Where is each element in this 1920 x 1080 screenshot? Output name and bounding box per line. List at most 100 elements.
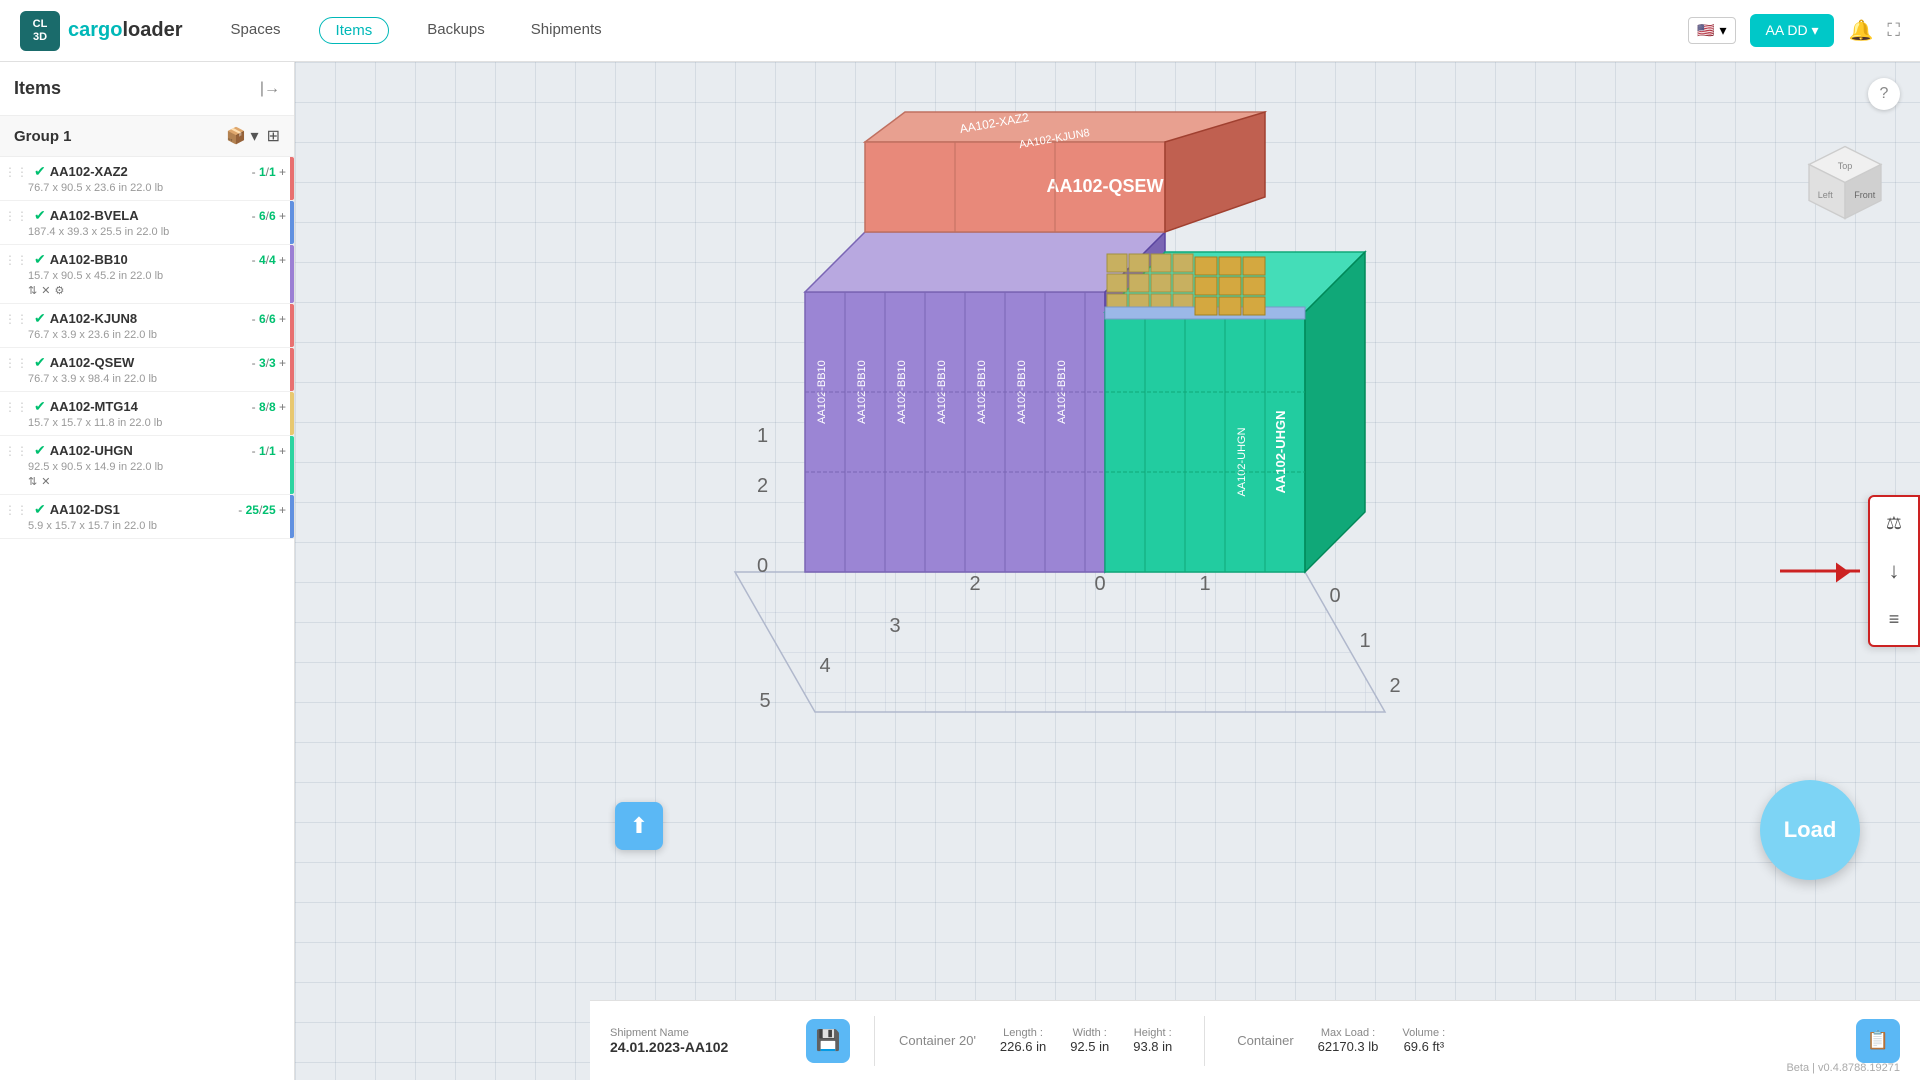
list-item[interactable]: ⋮⋮ ✔ AA102-DS1 - 25/25 + 5.9 x 15.7 x 15… xyxy=(0,495,294,539)
svg-text:AA102-UHGN: AA102-UHGN xyxy=(1273,410,1288,493)
settings-icon[interactable]: ⚙ xyxy=(54,284,64,297)
svg-text:1: 1 xyxy=(1359,630,1370,652)
drag-handle-icon: ⋮⋮ xyxy=(4,209,28,223)
nav-spaces[interactable]: Spaces xyxy=(223,17,289,44)
svg-text:0: 0 xyxy=(1329,585,1340,607)
close-icon[interactable]: ✕ xyxy=(41,475,50,488)
check-icon: ✔ xyxy=(34,251,46,268)
maxload-spec: Max Load : 62170.3 lb xyxy=(1318,1027,1379,1054)
drag-handle-icon: ⋮⋮ xyxy=(4,253,28,267)
svg-text:2: 2 xyxy=(757,475,768,497)
list-item[interactable]: ⋮⋮ ✔ AA102-KJUN8 - 6/6 + 76.7 x 3.9 x 23… xyxy=(0,304,294,348)
item-count: - 3/3 + xyxy=(252,356,286,370)
check-icon: ✔ xyxy=(34,354,46,371)
group-add-button[interactable]: 📦 ▾ xyxy=(226,126,258,146)
navbar: CL3D cargoloader Spaces Items Backups Sh… xyxy=(0,0,1920,62)
view-cube[interactable]: Top Left Front xyxy=(1800,142,1890,232)
item-color-bar xyxy=(290,436,294,494)
item-dims: 76.7 x 3.9 x 23.6 in 22.0 lb xyxy=(28,329,286,341)
status-bar: Shipment Name 24.01.2023-AA102 💾 Contain… xyxy=(590,1000,1920,1080)
item-dims: 187.4 x 39.3 x 25.5 in 22.0 lb xyxy=(28,226,286,238)
width-label: Width : xyxy=(1073,1027,1107,1039)
item-name: AA102-QSEW xyxy=(50,355,248,370)
maxload-value: 62170.3 lb xyxy=(1318,1039,1379,1054)
upload-icon: ⬆ xyxy=(630,813,648,839)
svg-text:2: 2 xyxy=(1389,675,1400,697)
copy-button[interactable]: 📋 xyxy=(1856,1019,1900,1063)
container-label: Container xyxy=(1237,1033,1293,1048)
item-name: AA102-UHGN xyxy=(50,443,248,458)
list-item[interactable]: ⋮⋮ ✔ AA102-UHGN - 1/1 + 92.5 x 90.5 x 14… xyxy=(0,436,294,495)
flag-icon: 🇺🇸 xyxy=(1697,22,1714,39)
notifications-button[interactable]: 🔔 xyxy=(1848,18,1873,43)
user-label: AA DD xyxy=(1766,22,1808,38)
container-specs: Container 20' Length : 226.6 in Width : … xyxy=(899,1016,1840,1066)
height-spec: Height : 93.8 in xyxy=(1133,1027,1172,1054)
list-item[interactable]: ⋮⋮ ✔ AA102-BVELA - 6/6 + 187.4 x 39.3 x … xyxy=(0,201,294,245)
fullscreen-button[interactable]: ⛶ xyxy=(1887,20,1900,41)
3d-viewport[interactable]: 2 3 4 5 0 1 2 0 1 2 1 0 AA102-BB10 AA102… xyxy=(295,62,1920,1080)
list-item[interactable]: ⋮⋮ ✔ AA102-XAZ2 - 1/1 + 76.7 x 90.5 x 23… xyxy=(0,157,294,201)
item-count: - 8/8 + xyxy=(252,400,286,414)
chevron-down-icon: ▾ xyxy=(1811,22,1818,38)
item-dims: 15.7 x 90.5 x 45.2 in 22.0 lb xyxy=(28,270,286,282)
group-header: Group 1 📦 ▾ ⊞ xyxy=(0,116,294,157)
help-icon: ? xyxy=(1880,85,1889,103)
save-icon: 💾 xyxy=(816,1028,841,1053)
sidebar-title: Items xyxy=(14,78,61,99)
check-icon: ✔ xyxy=(34,442,46,459)
sidebar-header: Items |→ xyxy=(0,62,294,116)
save-button[interactable]: 💾 xyxy=(806,1019,850,1063)
upload-button[interactable]: ⬆ xyxy=(615,802,663,850)
divider xyxy=(874,1016,875,1066)
logo-icon: CL3D xyxy=(20,11,60,51)
sidebar-collapse-button[interactable]: |→ xyxy=(260,80,280,98)
list-item[interactable]: ⋮⋮ ✔ AA102-MTG14 - 8/8 + 15.7 x 15.7 x 1… xyxy=(0,392,294,436)
weight-icon: ⚖ xyxy=(1886,513,1902,534)
item-count: - 1/1 + xyxy=(252,165,286,179)
height-value: 93.8 in xyxy=(1133,1039,1172,1054)
item-name: AA102-DS1 xyxy=(50,502,235,517)
list-item[interactable]: ⋮⋮ ✔ AA102-QSEW - 3/3 + 76.7 x 3.9 x 98.… xyxy=(0,348,294,392)
svg-text:Front: Front xyxy=(1854,190,1876,200)
item-color-bar xyxy=(290,304,294,347)
item-color-bar xyxy=(290,157,294,200)
nav-right: 🇺🇸 ▾ AA DD ▾ 🔔 ⛶ xyxy=(1688,14,1900,47)
check-icon: ✔ xyxy=(34,310,46,327)
list-item[interactable]: ⋮⋮ ✔ AA102-BB10 - 4/4 + 15.7 x 90.5 x 45… xyxy=(0,245,294,304)
download-icon-button[interactable]: ↓ xyxy=(1876,553,1912,589)
load-button[interactable]: Load xyxy=(1760,780,1860,880)
svg-text:0: 0 xyxy=(1094,573,1105,595)
nav-shipments[interactable]: Shipments xyxy=(523,17,610,44)
check-icon: ✔ xyxy=(34,398,46,415)
weight-icon-button[interactable]: ⚖ xyxy=(1876,505,1912,541)
item-color-bar xyxy=(290,201,294,244)
divider xyxy=(1204,1016,1205,1066)
version-text: Beta | v0.4.8788.19271 xyxy=(1786,1062,1900,1074)
group-settings-button[interactable]: ⊞ xyxy=(267,126,280,146)
sort-icon[interactable]: ⇅ xyxy=(28,475,37,488)
close-icon[interactable]: ✕ xyxy=(41,284,50,297)
nav-links: Spaces Items Backups Shipments xyxy=(223,17,1689,44)
list-icon-button[interactable]: ≡ xyxy=(1876,601,1912,637)
drag-handle-icon: ⋮⋮ xyxy=(4,503,28,517)
item-dims: 76.7 x 3.9 x 98.4 in 22.0 lb xyxy=(28,373,286,385)
nav-backups[interactable]: Backups xyxy=(419,17,493,44)
svg-text:1: 1 xyxy=(1199,573,1210,595)
sort-icon[interactable]: ⇅ xyxy=(28,284,37,297)
logo-area: CL3D cargoloader xyxy=(20,11,183,51)
nav-items[interactable]: Items xyxy=(319,17,390,44)
length-value: 226.6 in xyxy=(1000,1039,1046,1054)
help-button[interactable]: ? xyxy=(1868,78,1900,110)
side-panel-arrow xyxy=(1780,570,1860,573)
volume-spec: Volume : 69.6 ft³ xyxy=(1402,1027,1445,1054)
list-icon: ≡ xyxy=(1889,609,1900,630)
item-color-bar xyxy=(290,392,294,435)
item-count: - 4/4 + xyxy=(252,253,286,267)
main-layout: Items |→ Group 1 📦 ▾ ⊞ ⋮⋮ ✔ AA102-XAZ2 -… xyxy=(0,62,1920,1080)
user-menu-button[interactable]: AA DD ▾ xyxy=(1750,14,1835,47)
length-label: Length : xyxy=(1003,1027,1043,1039)
shipment-name-label: Shipment Name xyxy=(610,1027,790,1039)
language-selector[interactable]: 🇺🇸 ▾ xyxy=(1688,17,1735,44)
item-action-icons: ⇅ ✕ xyxy=(28,475,286,488)
